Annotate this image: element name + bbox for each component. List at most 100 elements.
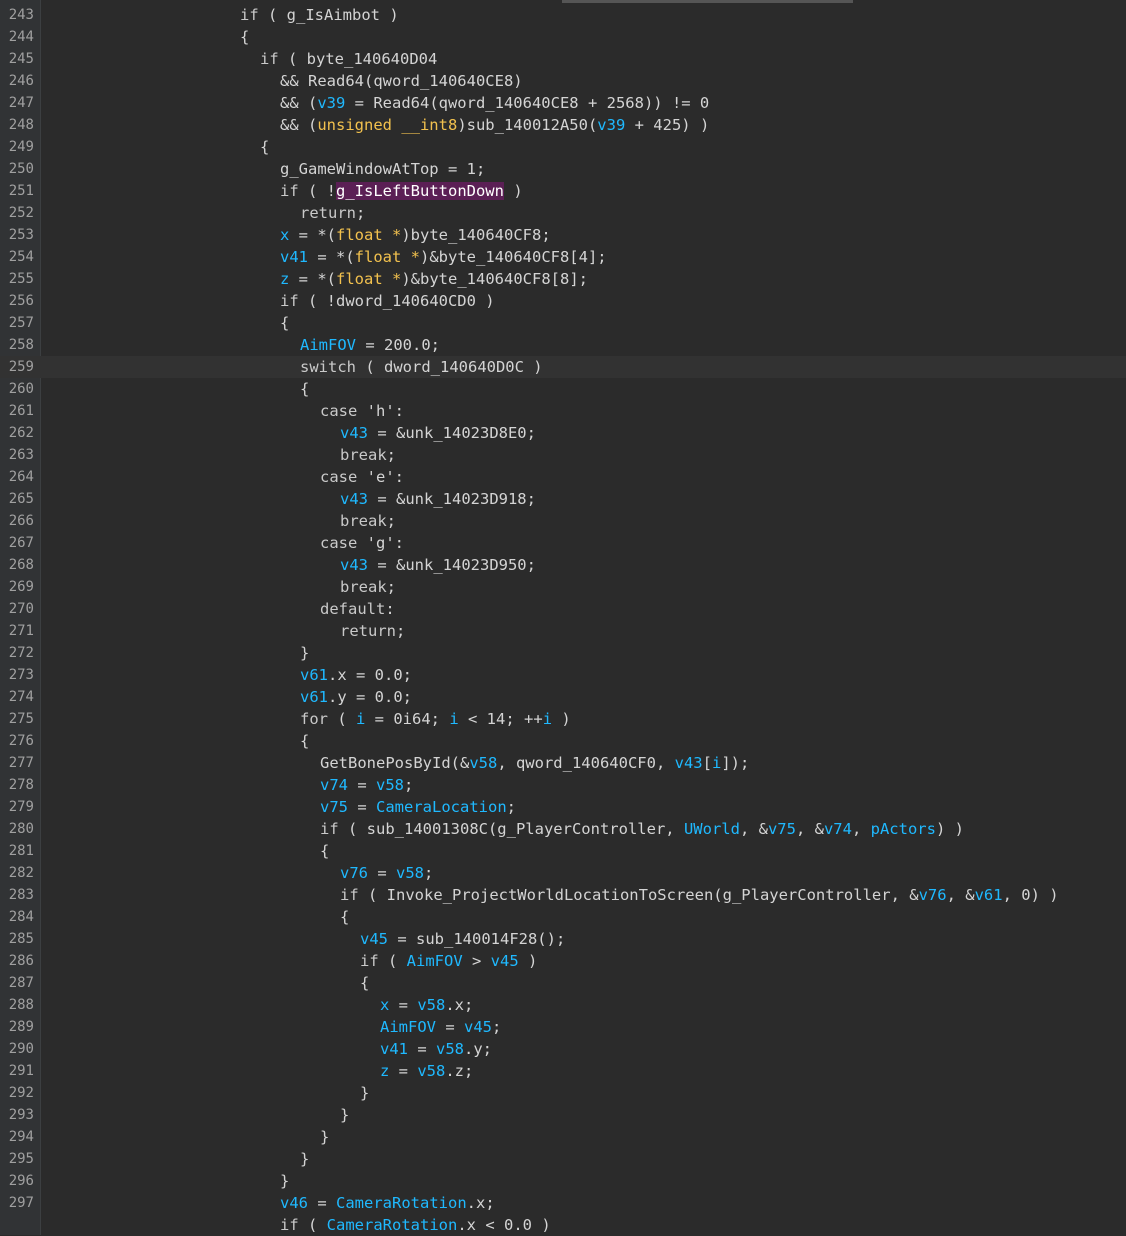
keyword-token: case bbox=[320, 402, 358, 420]
code-line[interactable]: 292} bbox=[0, 1082, 1126, 1104]
code-line[interactable]: 277 GetBonePosById(&v58, qword_140640CF0,… bbox=[0, 752, 1126, 774]
code-line[interactable]: 281 { bbox=[0, 840, 1126, 862]
keyword-token: break bbox=[340, 512, 387, 530]
code-token: ; bbox=[404, 776, 414, 794]
code-line[interactable]: 260 { bbox=[0, 378, 1126, 400]
code-line[interactable]: 257 { bbox=[0, 312, 1126, 334]
code-line[interactable]: 271 return; bbox=[0, 620, 1126, 642]
code-line[interactable]: 296} bbox=[0, 1170, 1126, 1192]
code-line[interactable]: 269 break; bbox=[0, 576, 1126, 598]
code-text: } bbox=[300, 1148, 309, 1170]
code-line[interactable]: 273 v61.x = 0.0; bbox=[0, 664, 1126, 686]
code-line[interactable]: 251 if ( !g_IsLeftButtonDown ) bbox=[0, 180, 1126, 202]
code-line[interactable]: 266 break; bbox=[0, 510, 1126, 532]
code-text: case 'g': bbox=[320, 532, 404, 554]
code-line[interactable]: if ( CameraRotation.x < 0.0 ) bbox=[0, 1214, 1126, 1236]
code-token: { bbox=[360, 974, 370, 992]
code-line[interactable]: 267 case 'g': bbox=[0, 532, 1126, 554]
line-number: 265 bbox=[8, 491, 34, 507]
code-line[interactable]: 243 if ( g_IsAimbot ) bbox=[0, 4, 1126, 26]
code-text: } bbox=[300, 642, 309, 664]
code-token: 'g': bbox=[357, 534, 404, 552]
identifier-token: v76 bbox=[918, 886, 947, 904]
identifier-token: CameraLocation bbox=[376, 798, 507, 816]
code-line[interactable]: 262 v43 = &unk_14023D8E0; bbox=[0, 422, 1126, 444]
code-line[interactable]: 274 v61.y = 0.0; bbox=[0, 686, 1126, 708]
code-line[interactable]: 293} bbox=[0, 1104, 1126, 1126]
code-line[interactable]: 285 v45 = sub_140014F28(); bbox=[0, 928, 1126, 950]
line-number: 287 bbox=[8, 975, 34, 991]
code-line[interactable]: 250 g_GameWindowAtTop = 1; bbox=[0, 158, 1126, 180]
code-line[interactable]: 255 z = *(float *)&byte_140640CF8[8]; bbox=[0, 268, 1126, 290]
code-line[interactable]: 275 for ( i = 0i64; i < 14; ++i ) bbox=[0, 708, 1126, 730]
code-line[interactable]: 256 if ( !dword_140640CD0 ) bbox=[0, 290, 1126, 312]
code-line[interactable]: 283 if ( Invoke_ProjectWorldLocationToScr… bbox=[0, 884, 1126, 906]
code-line[interactable]: 291 z = v58.z; bbox=[0, 1060, 1126, 1082]
code-line[interactable]: 282 v76 = v58; bbox=[0, 862, 1126, 884]
code-line[interactable]: 295} bbox=[0, 1148, 1126, 1170]
keyword-token: if bbox=[280, 292, 299, 310]
identifier-token: z bbox=[380, 1062, 390, 1080]
code-line[interactable]: 284 { bbox=[0, 906, 1126, 928]
code-text: if ( AimFOV > v45 ) bbox=[360, 950, 537, 972]
code-line[interactable]: 249 { bbox=[0, 136, 1126, 158]
identifier-token: z bbox=[280, 270, 290, 288]
code-line[interactable]: 289 AimFOV = v45; bbox=[0, 1016, 1126, 1038]
code-line[interactable]: 254 v41 = *(float *)&byte_140640CF8[4]; bbox=[0, 246, 1126, 268]
code-line[interactable]: 278 v74 = v58; bbox=[0, 774, 1126, 796]
code-token: 'h': bbox=[357, 402, 404, 420]
code-token: = *( bbox=[289, 270, 337, 288]
code-line[interactable]: 268 v43 = &unk_14023D950; bbox=[0, 554, 1126, 576]
code-token: g_GameWindowAtTop = 1; bbox=[280, 160, 486, 178]
keyword-token: switch bbox=[300, 358, 356, 376]
code-token: .x < 0.0 ) bbox=[457, 1216, 551, 1234]
code-token: : bbox=[385, 600, 395, 618]
line-number: 283 bbox=[8, 887, 34, 903]
code-line[interactable]: 286 if ( AimFOV > v45 ) bbox=[0, 950, 1126, 972]
line-number: 294 bbox=[8, 1129, 34, 1145]
identifier-token: CameraRotation bbox=[336, 1194, 467, 1212]
code-token: = bbox=[389, 996, 418, 1014]
code-token: && ( bbox=[280, 94, 318, 112]
code-line[interactable]: 288 x = v58.x; bbox=[0, 994, 1126, 1016]
code-line[interactable]: 297 v46 = CameraRotation.x; bbox=[0, 1192, 1126, 1214]
code-line[interactable]: 279 v75 = CameraLocation; bbox=[0, 796, 1126, 818]
code-token: )byte_140640CF8; bbox=[401, 226, 551, 244]
code-line[interactable]: 246 && Read64(qword_140640CE8) bbox=[0, 70, 1126, 92]
code-line[interactable]: 245 if ( byte_140640D04 bbox=[0, 48, 1126, 70]
code-line[interactable]: 261 case 'h': bbox=[0, 400, 1126, 422]
line-number: 257 bbox=[8, 315, 34, 331]
code-line[interactable]: 265 v43 = &unk_14023D918; bbox=[0, 488, 1126, 510]
keyword-token: for bbox=[300, 710, 328, 728]
code-line[interactable]: 247 && (v39 = Read64(qword_140640CE8 + 25… bbox=[0, 92, 1126, 114]
code-line[interactable]: 244 { bbox=[0, 26, 1126, 48]
code-line[interactable]: 294} bbox=[0, 1126, 1126, 1148]
horizontal-scrollbar-thumb[interactable] bbox=[562, 0, 853, 3]
code-line[interactable]: 248 && (unsigned __int8)sub_140012A50(v39… bbox=[0, 114, 1126, 136]
identifier-token: v58 bbox=[469, 754, 498, 772]
line-number: 297 bbox=[8, 1195, 34, 1211]
code-editor[interactable]: 243 if ( g_IsAimbot ) 244 {245 if ( byte_140… bbox=[0, 0, 1126, 1235]
code-token: ; bbox=[386, 512, 397, 530]
highlighted-identifier[interactable]: g_IsLeftButtonDown bbox=[336, 182, 504, 200]
code-line[interactable]: 276 { bbox=[0, 730, 1126, 752]
code-area[interactable]: 243 if ( g_IsAimbot ) 244 {245 if ( byte_140… bbox=[0, 4, 1126, 1236]
code-line[interactable]: 253 x = *(float *)byte_140640CF8; bbox=[0, 224, 1126, 246]
code-line[interactable]: 263 break; bbox=[0, 444, 1126, 466]
identifier-token: v75 bbox=[320, 798, 348, 816]
code-line[interactable]: 264 case 'e': bbox=[0, 466, 1126, 488]
code-line[interactable]: 287 { bbox=[0, 972, 1126, 994]
code-line[interactable]: 290 v41 = v58.y; bbox=[0, 1038, 1126, 1060]
code-token: = *( bbox=[308, 248, 355, 266]
code-text: v41 = *(float *)&byte_140640CF8[4]; bbox=[280, 246, 607, 268]
code-line[interactable]: 280 if ( sub_14001308C(g_PlayerController… bbox=[0, 818, 1126, 840]
code-token: > bbox=[462, 952, 491, 970]
code-text: return; bbox=[340, 620, 405, 642]
code-line[interactable]: 259 switch ( dword_140640D0C ) bbox=[0, 356, 1126, 378]
code-line[interactable]: 270 default: bbox=[0, 598, 1126, 620]
code-line[interactable]: 252 return; bbox=[0, 202, 1126, 224]
code-text: } bbox=[280, 1170, 289, 1192]
code-line[interactable]: 258 AimFOV = 200.0; bbox=[0, 334, 1126, 356]
code-line[interactable]: 272} bbox=[0, 642, 1126, 664]
code-text: { bbox=[320, 840, 329, 862]
